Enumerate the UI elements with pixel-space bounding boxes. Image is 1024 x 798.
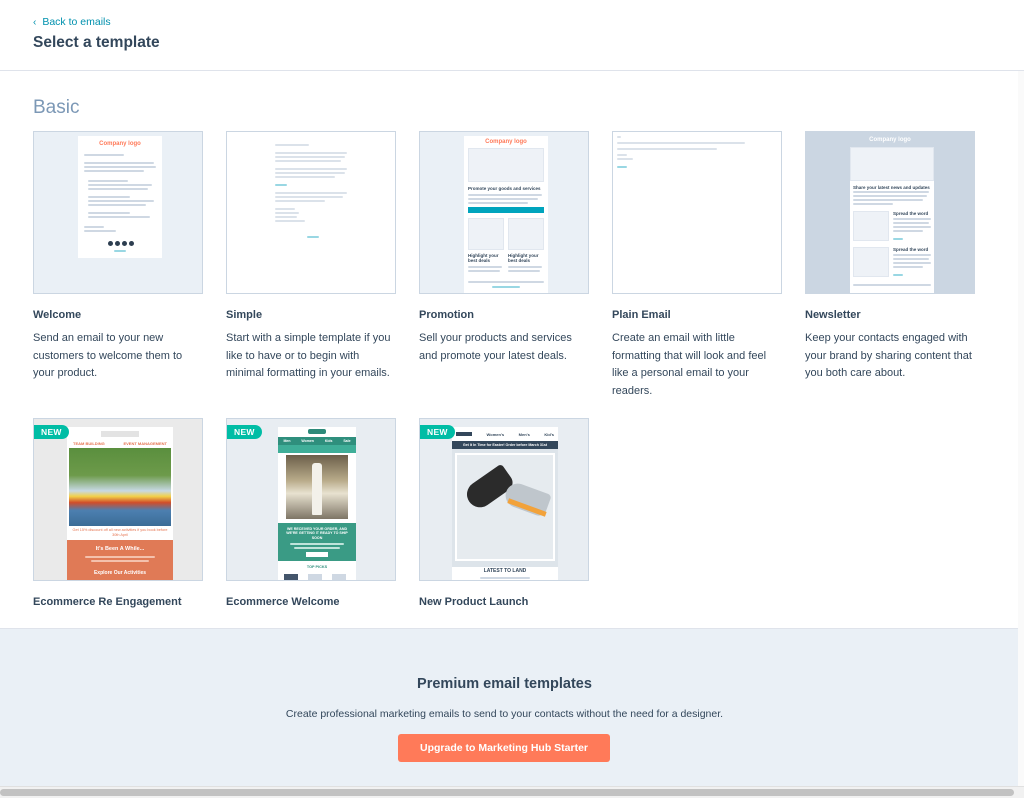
preview-paper: Share your latest news and updates Sprea… bbox=[850, 147, 934, 293]
preview-nav-item: Kids bbox=[324, 439, 333, 443]
template-description: Create an email with little formatting t… bbox=[612, 332, 767, 397]
premium-templates-banner: Premium email templates Create professio… bbox=[0, 628, 1024, 786]
preview-nav-right: EVENT MANAGEMENT bbox=[123, 441, 167, 446]
preview-paper: Company logo Promote your goods and serv… bbox=[464, 136, 548, 293]
preview-nav-item: Men bbox=[283, 439, 291, 443]
template-thumbnail[interactable]: NEW Men Women Kids Sale WE RECEIVED YOUR… bbox=[226, 418, 396, 581]
preview-paper: TEAM BUILDING EVENT MANAGEMENT Get 15% d… bbox=[67, 427, 173, 580]
preview-subheading: Highlight your best deals bbox=[508, 253, 539, 263]
template-name: Welcome bbox=[33, 309, 82, 321]
template-card-simple[interactable] bbox=[226, 131, 396, 294]
preview-nav-item: Women bbox=[301, 439, 314, 443]
template-card-ecommerce-welcome[interactable]: NEW Men Women Kids Sale WE RECEIVED YOUR… bbox=[226, 418, 396, 581]
preview-paper: Men Women Kids Sale WE RECEIVED YOUR ORD… bbox=[278, 427, 356, 580]
new-badge: NEW bbox=[34, 425, 69, 439]
preview-tagline: WE RECEIVED YOUR ORDER, AND WE'RE GETTIN… bbox=[286, 527, 348, 540]
preview-logo-text: Company logo bbox=[485, 139, 527, 145]
preview-subheading: Spread the word bbox=[893, 211, 929, 216]
preview-nav-item: Sale bbox=[343, 439, 351, 443]
preview-rafting-photo bbox=[69, 448, 171, 526]
template-card-ecommerce-re-engagement[interactable]: NEW TEAM BUILDING EVENT MANAGEMENT Get 1… bbox=[33, 418, 203, 581]
template-thumbnail[interactable] bbox=[226, 131, 396, 294]
preview-wine-photo bbox=[286, 455, 348, 519]
preview-nav-item: Men's bbox=[518, 431, 530, 437]
page-header: ‹ Back to emails Select a template bbox=[0, 0, 1024, 71]
template-card-newsletter[interactable]: Company logo Share your latest news and … bbox=[805, 131, 975, 294]
template-description: Keep your contacts engaged with your bra… bbox=[805, 332, 972, 380]
horizontal-scrollbar[interactable] bbox=[0, 786, 1024, 798]
preview-cta: Explore Our Activities bbox=[93, 570, 147, 576]
preview-paper bbox=[271, 136, 355, 256]
premium-description: Create professional marketing emails to … bbox=[285, 708, 724, 720]
preview-heading: It's Been A While... bbox=[95, 546, 145, 552]
preview-banner: Get It In Time for Easter! Order before … bbox=[452, 441, 558, 449]
template-card-new-product-launch[interactable]: NEW Women's Men's Kid's Get It In Time f… bbox=[419, 418, 589, 581]
template-name: Ecommerce Welcome bbox=[226, 596, 340, 608]
template-name: New Product Launch bbox=[419, 596, 529, 608]
preview-heading: Promote your goods and services bbox=[468, 186, 541, 191]
vertical-scrollbar[interactable] bbox=[1018, 71, 1024, 786]
preview-nav-item: Kid's bbox=[544, 431, 554, 437]
preview-logo-text: Company logo bbox=[869, 137, 911, 143]
preview-sneaker-photo bbox=[455, 453, 555, 561]
preview-subheading: Spread the word bbox=[893, 247, 929, 252]
page-title: Select a template bbox=[33, 34, 160, 51]
back-link-label: Back to emails bbox=[42, 16, 111, 28]
preview-paper: Company logo bbox=[78, 136, 162, 258]
preview-nav-item: Women's bbox=[486, 431, 505, 437]
template-description: Sell your products and services and prom… bbox=[419, 332, 572, 362]
template-card-promotion[interactable]: Company logo Promote your goods and serv… bbox=[419, 131, 589, 294]
template-description: Send an email to your new customers to w… bbox=[33, 332, 183, 380]
back-to-emails-link[interactable]: ‹ Back to emails bbox=[33, 16, 111, 28]
section-title-basic: Basic bbox=[33, 97, 80, 118]
scrollbar-thumb[interactable] bbox=[0, 789, 1014, 796]
template-name: Ecommerce Re Engagement bbox=[33, 596, 182, 608]
template-name: Simple bbox=[226, 309, 263, 321]
preview-caption: LATEST TO LAND bbox=[483, 568, 527, 574]
template-name: Promotion bbox=[419, 309, 474, 321]
template-card-welcome[interactable]: Company logo bbox=[33, 131, 203, 294]
preview-subheading: Highlight your best deals bbox=[468, 253, 499, 263]
template-card-plain-email[interactable] bbox=[612, 131, 782, 294]
template-thumbnail[interactable]: Company logo bbox=[33, 131, 203, 294]
template-thumbnail[interactable]: NEW TEAM BUILDING EVENT MANAGEMENT Get 1… bbox=[33, 418, 203, 581]
new-badge: NEW bbox=[227, 425, 262, 439]
preview-offer-text: Get 15% discount off all new activities … bbox=[72, 528, 168, 537]
preview-nav-left: TEAM BUILDING bbox=[73, 441, 105, 446]
premium-title: Premium email templates bbox=[417, 676, 592, 692]
chevron-left-icon: ‹ bbox=[33, 16, 37, 28]
preview-logo-text: Company logo bbox=[99, 141, 141, 147]
template-thumbnail[interactable]: Company logo Promote your goods and serv… bbox=[419, 131, 589, 294]
template-thumbnail[interactable] bbox=[612, 131, 782, 294]
preview-heading: Share your latest news and updates bbox=[853, 185, 930, 190]
upgrade-button[interactable]: Upgrade to Marketing Hub Starter bbox=[398, 734, 610, 762]
template-description: Start with a simple template if you like… bbox=[226, 332, 391, 380]
template-name: Plain Email bbox=[612, 309, 671, 321]
preview-paper: Women's Men's Kid's Get It In Time for E… bbox=[452, 427, 558, 580]
template-name: Newsletter bbox=[805, 309, 861, 321]
template-thumbnail[interactable]: NEW Women's Men's Kid's Get It In Time f… bbox=[419, 418, 589, 581]
preview-subheading: TOP PICKS bbox=[306, 565, 328, 569]
new-badge: NEW bbox=[420, 425, 455, 439]
template-thumbnail[interactable]: Company logo Share your latest news and … bbox=[805, 131, 975, 294]
